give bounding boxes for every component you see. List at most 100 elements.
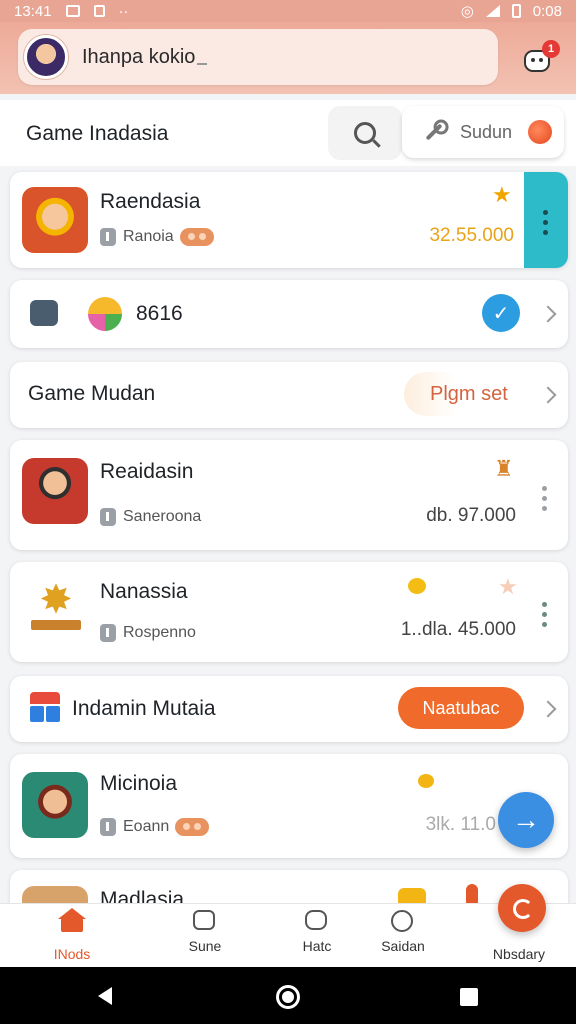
game-card-nanassia[interactable]: ✸ Nanassia Rospenno ★ 1..dla. 45.000: [10, 562, 568, 662]
game-name: Micinoia: [100, 772, 178, 795]
signal-icon: [485, 5, 500, 17]
nav-label: INods: [53, 946, 91, 962]
card-title: Indamin Mutaia: [72, 697, 216, 720]
status-time-right: 0:08: [532, 2, 562, 20]
game-subtitle-text: Eoann: [123, 818, 170, 835]
trophy-icon[interactable]: ♜: [494, 458, 516, 480]
game-thumbnail: ✸: [24, 580, 88, 642]
sun-star-icon: ✸: [39, 578, 73, 622]
nav-item-sune[interactable]: Sune: [160, 910, 250, 954]
game-thumbnail: [22, 458, 88, 524]
gallery-icon: [65, 5, 80, 17]
nav-label: Saidan: [381, 938, 425, 954]
bottom-nav: INods Sune Hatc Saidan Nbsdary: [0, 903, 576, 967]
back-icon[interactable]: [98, 987, 112, 1005]
game-subtitle: Saneroona: [100, 508, 201, 526]
indamin-mutaia-card[interactable]: Indamin Mutaia Naatubac: [10, 676, 568, 742]
nav-item-home[interactable]: INods: [27, 908, 117, 962]
system-nav-bar: [0, 967, 576, 1024]
game-subtitle-text: Saneroona: [123, 508, 202, 525]
avatar[interactable]: [24, 35, 68, 79]
search-icon: [354, 122, 376, 144]
game-subtitle: Rospenno: [100, 624, 196, 642]
status-bar: 13:41 ·· ◎ 0:08: [0, 0, 576, 22]
chevron-right-icon[interactable]: [539, 700, 557, 718]
more-options-icon[interactable]: [542, 486, 548, 516]
naatubac-button[interactable]: Naatubac: [398, 687, 524, 729]
info-icon: [100, 508, 116, 526]
notification-icon: [93, 5, 105, 17]
info-icon: [100, 624, 116, 642]
colorful-gem-icon: [88, 297, 122, 331]
chat-button[interactable]: 1: [518, 40, 560, 76]
nav-label: Sune: [188, 938, 222, 954]
info-icon: [100, 818, 116, 836]
emoji-icon: [305, 910, 327, 930]
game-price: 3lk. 11.0: [425, 814, 496, 835]
section-header: Game Inadasia Sudun: [0, 100, 576, 166]
game-name: Nanassia: [100, 580, 188, 603]
check-badge-icon[interactable]: ✓: [482, 294, 520, 332]
coin-icon: [418, 774, 434, 788]
game-subtitle: Eoann: [100, 818, 210, 836]
battery-icon: [511, 4, 521, 18]
nav-item-nbsdary[interactable]: Nbsdary: [474, 946, 564, 962]
game-name: Reaidasin: [100, 460, 194, 483]
profile-pill[interactable]: Ihanpa kokio: [18, 29, 498, 85]
game-card-micinoia[interactable]: Micinoia Eoann 3lk. 11.0: [10, 754, 568, 858]
game-price: 1..dla. 45.000: [400, 619, 516, 640]
naatubac-label: Naatubac: [422, 697, 500, 718]
game-card-reaidasin[interactable]: Reaidasin Saneroona ♜ db. 97.000: [10, 440, 568, 550]
app-grid-icon: [30, 692, 60, 724]
game-price: db. 97.000: [426, 505, 516, 526]
nav-label: Hatc: [302, 938, 332, 954]
app-header: Ihanpa kokio 1: [0, 22, 576, 94]
home-circle-icon[interactable]: [276, 985, 300, 1009]
chevron-right-icon[interactable]: [539, 386, 557, 404]
more-options-icon: [543, 210, 549, 240]
game-card-raendasia[interactable]: Raendasia Ranoia ★ 32.55.000: [10, 172, 568, 268]
game-subtitle-text: Rospenno: [123, 624, 196, 641]
info-icon: [100, 228, 116, 246]
sudun-button[interactable]: Sudun: [402, 106, 564, 158]
stats-card[interactable]: 8616 ✓: [10, 280, 568, 348]
header-title: Ihanpa kokio: [82, 46, 207, 69]
forward-fab[interactable]: →: [498, 792, 554, 848]
nav-item-saidan[interactable]: Saidan: [358, 910, 448, 954]
game-price: 32.55.000: [429, 225, 514, 246]
star-icon[interactable]: ★: [498, 576, 520, 598]
wrench-icon: [425, 123, 443, 141]
logo-banner-icon: [31, 620, 81, 630]
game-subtitle-text: Ranoia: [123, 228, 174, 245]
game-mudan-card[interactable]: Game Mudan Plgm set: [10, 362, 568, 428]
notification-badge: 1: [542, 40, 560, 58]
home-icon: [58, 908, 86, 932]
arrow-right-icon: →: [512, 804, 540, 835]
sudun-label: Sudun: [460, 121, 513, 142]
search-button[interactable]: [328, 106, 402, 160]
game-tag-icon: [175, 818, 210, 836]
refresh-fab[interactable]: [498, 884, 546, 932]
game-tag-icon: [179, 228, 214, 246]
game-thumbnail: [22, 772, 88, 838]
chevron-right-icon[interactable]: [539, 305, 557, 323]
coin-icon: [408, 578, 426, 594]
status-time: 13:41: [14, 2, 52, 20]
more-dots-icon: ··: [118, 2, 129, 20]
recents-icon[interactable]: [460, 988, 478, 1006]
stats-value: 8616: [136, 302, 183, 325]
vine-icon: [391, 910, 413, 932]
controller-icon: [30, 300, 58, 326]
nav-label: Nbsdary: [492, 946, 546, 962]
section-title: Game Inadasia: [26, 122, 169, 145]
alarm-icon: ◎: [460, 3, 474, 20]
star-icon[interactable]: ★: [492, 184, 514, 206]
game-name: Raendasia: [100, 190, 201, 213]
card-side-panel[interactable]: [524, 172, 568, 268]
nav-item-hatc[interactable]: Hatc: [272, 910, 362, 954]
gallery-icon: [193, 910, 215, 930]
plgm-set-label: Plgm set: [430, 383, 508, 405]
more-options-icon[interactable]: [542, 602, 548, 632]
game-thumbnail: [22, 187, 88, 253]
card-title: Game Mudan: [28, 382, 156, 405]
